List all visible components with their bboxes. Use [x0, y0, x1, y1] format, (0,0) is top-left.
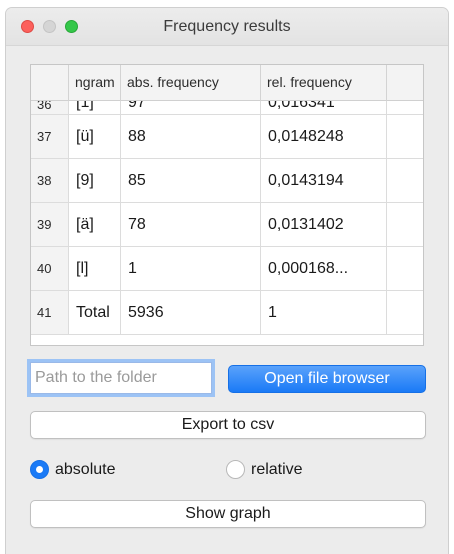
- corner-header: [31, 65, 69, 101]
- open-file-browser-button[interactable]: Open file browser: [228, 365, 426, 393]
- row-index: 40: [31, 247, 69, 290]
- column-header-abs-frequency[interactable]: abs. frequency: [121, 65, 261, 101]
- abs-frequency-cell[interactable]: 78: [121, 203, 261, 246]
- show-graph-button[interactable]: Show graph: [30, 500, 426, 528]
- column-header-rel-frequency[interactable]: rel. frequency: [261, 65, 387, 101]
- radio-absolute-label: absolute: [55, 460, 116, 478]
- rel-frequency-cell[interactable]: 0,0143194: [261, 159, 387, 202]
- ngram-cell[interactable]: [l]: [69, 247, 121, 290]
- empty-cell: [387, 203, 423, 246]
- title-bar[interactable]: Frequency results: [6, 8, 448, 46]
- abs-frequency-cell[interactable]: 85: [121, 159, 261, 202]
- rel-frequency-cell[interactable]: 0,0131402: [261, 203, 387, 246]
- radio-unchecked-icon[interactable]: [226, 460, 245, 479]
- empty-cell: [387, 115, 423, 158]
- ngram-cell[interactable]: [ü]: [69, 115, 121, 158]
- empty-cell: [387, 247, 423, 290]
- radio-absolute[interactable]: absolute: [30, 460, 116, 479]
- row-index: 38: [31, 159, 69, 202]
- abs-frequency-cell[interactable]: 5936: [121, 291, 261, 334]
- ngram-cell[interactable]: [9]: [69, 159, 121, 202]
- row-index: 41: [31, 291, 69, 334]
- export-csv-button[interactable]: Export to csv: [30, 411, 426, 439]
- table-row[interactable]: 40 [l] 1 0,000168...: [31, 247, 423, 291]
- rel-frequency-cell[interactable]: 1: [261, 291, 387, 334]
- radio-relative-label: relative: [251, 460, 303, 478]
- window-title: Frequency results: [163, 18, 291, 35]
- table-row[interactable]: 41 Total 5936 1: [31, 291, 423, 335]
- abs-frequency-cell[interactable]: 88: [121, 115, 261, 158]
- table-row[interactable]: 38 [9] 85 0,0143194: [31, 159, 423, 203]
- column-header-empty: [387, 65, 423, 101]
- column-header-ngram[interactable]: ngram: [69, 65, 121, 101]
- abs-frequency-cell[interactable]: 1: [121, 247, 261, 290]
- radio-relative[interactable]: relative: [226, 460, 303, 479]
- rel-frequency-cell[interactable]: 0,000168...: [261, 247, 387, 290]
- row-index: 37: [31, 115, 69, 158]
- table-row[interactable]: 37 [ü] 88 0,0148248: [31, 115, 423, 159]
- folder-path-input[interactable]: [30, 362, 212, 394]
- ngram-cell[interactable]: [ä]: [69, 203, 121, 246]
- empty-cell: [387, 291, 423, 334]
- table-row[interactable]: 39 [ä] 78 0,0131402: [31, 203, 423, 247]
- table-body[interactable]: 36 [1] 97 0,016341 37 [ü] 88 0,0148248 3…: [31, 94, 423, 335]
- row-index: 39: [31, 203, 69, 246]
- rel-frequency-cell[interactable]: 0,0148248: [261, 115, 387, 158]
- ngram-cell[interactable]: Total: [69, 291, 121, 334]
- radio-checked-icon[interactable]: [30, 460, 49, 479]
- frequency-table[interactable]: ngram abs. frequency rel. frequency 36 […: [30, 64, 424, 346]
- empty-cell: [387, 159, 423, 202]
- table-header: ngram abs. frequency rel. frequency: [31, 65, 423, 101]
